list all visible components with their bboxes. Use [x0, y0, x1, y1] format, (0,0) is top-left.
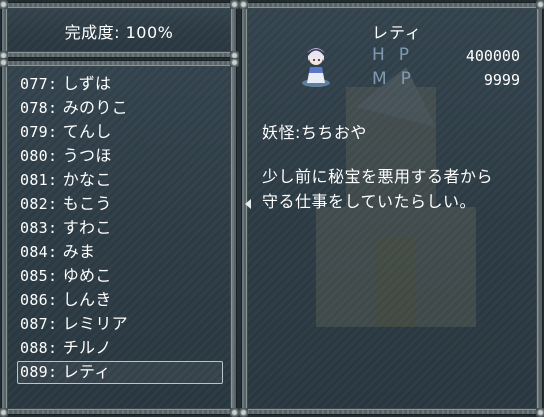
list-item-number: 089: — [20, 363, 58, 381]
list-item-number: 085: — [20, 267, 58, 285]
list-item-number: 083: — [20, 219, 58, 237]
list-item[interactable]: 082: もこう — [16, 192, 226, 216]
window-corner — [0, 0, 8, 9]
list-item-number: 084: — [20, 243, 58, 261]
character-name: レティ — [372, 23, 423, 42]
list-item[interactable]: 078: みのりこ — [16, 96, 226, 120]
list-item-name: うつほ — [62, 146, 112, 165]
list-item-name: すわこ — [62, 218, 112, 237]
list-item-number: 078: — [20, 99, 58, 117]
list-item[interactable]: 087: レミリア — [16, 312, 226, 336]
completion-window: 完成度: 100% — [0, 0, 239, 60]
list-item[interactable]: 086: しんき — [16, 288, 226, 312]
list-item-number: 086: — [20, 291, 58, 309]
list-item[interactable]: 083: すわこ — [16, 216, 226, 240]
list-item-name: もこう — [62, 194, 112, 213]
character-description: 少し前に秘宝を悪用する者から 守る仕事をしていたらしい。 — [262, 164, 532, 214]
list-item[interactable]: 084: みま — [16, 240, 226, 264]
list-item-name: レミリア — [62, 314, 128, 333]
list-item-name: ゆめこ — [62, 266, 112, 285]
character-sprite — [302, 48, 330, 87]
list-item[interactable]: 080: うつほ — [16, 144, 226, 168]
character-kind: 妖怪:ちちおや — [262, 123, 367, 142]
list-item[interactable]: 077: しずは — [16, 72, 226, 96]
list-item-name: しんき — [62, 290, 112, 309]
list-item-selected[interactable]: 089: レティ — [16, 360, 226, 384]
list-item-name: かなこ — [62, 170, 112, 189]
description-line: 少し前に秘宝を悪用する者から — [262, 167, 494, 186]
mp-value: 9999 — [483, 71, 520, 89]
list-item-name: チルノ — [62, 338, 112, 357]
list-item-number: 081: — [20, 171, 58, 189]
list-item-name: みのりこ — [62, 98, 128, 117]
character-detail-window: レティ HP 400000 MP 9999 妖怪:ちちおや 少し前に秘宝を悪用す… — [239, 0, 544, 417]
hp-label: HP — [372, 45, 424, 65]
list-item-name: てんし — [62, 122, 112, 141]
completion-readout: 完成度: 100% — [6, 19, 232, 43]
list-item-name: レティ — [62, 362, 111, 381]
character-list-window: 077: しずは 078: みのりこ 079: てんし 080: うつほ 081: かな… — [0, 58, 239, 417]
hp-value: 400000 — [465, 47, 520, 65]
character-list: 077: しずは 078: みのりこ 079: てんし 080: うつほ 081: かな… — [16, 72, 226, 384]
list-item-number: 080: — [20, 147, 58, 165]
list-item-name: みま — [62, 242, 96, 261]
list-item[interactable]: 085: ゆめこ — [16, 264, 226, 288]
list-item-number: 077: — [20, 75, 58, 93]
completion-label: 完成度: — [64, 23, 121, 42]
description-line: 守る仕事をしていたらしい。 — [262, 192, 477, 211]
mp-label: MP — [372, 69, 425, 89]
completion-value: 100% — [125, 23, 174, 42]
list-item-number: 079: — [20, 123, 58, 141]
window-corner — [0, 58, 8, 67]
window-corner — [230, 58, 239, 67]
list-item-name: しずは — [62, 74, 112, 93]
list-item-number: 088: — [20, 339, 58, 357]
list-item-number: 082: — [20, 195, 58, 213]
window-corner — [536, 0, 544, 9]
scroll-left-arrow-icon[interactable] — [245, 199, 251, 209]
list-item[interactable]: 079: てんし — [16, 120, 226, 144]
list-item[interactable]: 081: かなこ — [16, 168, 226, 192]
list-item[interactable]: 088: チルノ — [16, 336, 226, 360]
list-item-number: 087: — [20, 315, 58, 333]
window-corner — [239, 0, 248, 9]
window-corner — [230, 0, 239, 9]
